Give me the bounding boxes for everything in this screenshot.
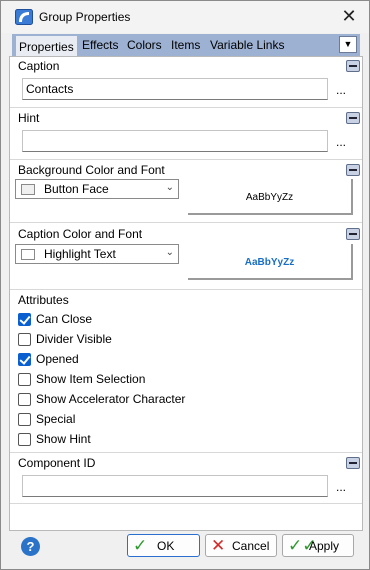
attributes-section-label: Attributes: [18, 293, 69, 307]
ok-button-label: OK: [157, 539, 175, 553]
caption-input[interactable]: Contacts: [22, 78, 328, 100]
checkbox-label: Show Hint: [36, 432, 91, 446]
component-id-collapse-icon[interactable]: [346, 457, 360, 469]
caption-color-select[interactable]: Highlight Text ⌄: [15, 244, 179, 264]
hint-input[interactable]: [22, 130, 328, 152]
caption-font-preview[interactable]: AaBbYyZz: [188, 244, 353, 280]
cancel-button-label: Cancel: [232, 539, 270, 553]
app-icon: [15, 9, 33, 25]
background-font-preview[interactable]: AaBbYyZz: [188, 179, 353, 215]
component-id-input[interactable]: [22, 475, 328, 497]
apply-button[interactable]: ✓✓ Apply: [282, 534, 354, 557]
help-icon[interactable]: ?: [21, 537, 40, 556]
background-color-name: Button Face: [44, 182, 109, 196]
checkbox-label: Opened: [36, 352, 79, 366]
checkbox-unchecked[interactable]: [18, 373, 31, 386]
background-color-select[interactable]: Button Face ⌄: [15, 179, 179, 199]
checkbox-label: Show Accelerator Character: [36, 392, 186, 406]
hint-section-label: Hint: [18, 111, 40, 125]
tab-properties[interactable]: Properties: [15, 35, 78, 57]
checkbox-unchecked[interactable]: [18, 433, 31, 446]
tab-colors[interactable]: Colors: [124, 34, 165, 56]
component-id-ellipsis-button[interactable]: ...: [334, 480, 348, 498]
checkbox-checked[interactable]: [18, 353, 31, 366]
cancel-button[interactable]: ✕ Cancel: [205, 534, 277, 557]
checkbox-label: Can Close: [36, 312, 93, 326]
checkbox-label: Show Item Selection: [36, 372, 146, 386]
title-bar: Group Properties ✕: [1, 1, 369, 33]
tab-items[interactable]: Items: [168, 34, 203, 56]
chevron-down-icon: ⌄: [165, 182, 174, 193]
background-color-swatch: [21, 184, 35, 195]
caption-color-name: Highlight Text: [44, 247, 116, 261]
apply-button-label: Apply: [309, 539, 340, 553]
tab-strip: Properties Effects Colors Items Variable…: [12, 34, 360, 57]
checkmark-icon: ✓: [133, 536, 148, 555]
hint-ellipsis-button[interactable]: ...: [334, 135, 348, 153]
cross-icon: ✕: [211, 536, 226, 555]
ok-button[interactable]: ✓ OK: [127, 534, 200, 557]
tab-overflow-dropdown-icon[interactable]: ▼: [339, 36, 357, 53]
checkbox-unchecked[interactable]: [18, 413, 31, 426]
checkbox-label: Special: [36, 412, 76, 426]
hint-collapse-icon[interactable]: [346, 112, 360, 124]
caption-color-section-label: Caption Color and Font: [18, 227, 143, 241]
checkbox-checked[interactable]: [18, 313, 31, 326]
caption-collapse-icon[interactable]: [346, 60, 360, 72]
divider: [10, 107, 362, 108]
tab-variable-links[interactable]: Variable Links: [207, 34, 287, 56]
tab-effects[interactable]: Effects: [79, 34, 121, 56]
checkbox-label: Divider Visible: [36, 332, 112, 346]
background-collapse-icon[interactable]: [346, 164, 360, 176]
divider: [10, 159, 362, 160]
divider: [10, 289, 362, 290]
caption-ellipsis-button[interactable]: ...: [334, 83, 348, 101]
checkbox-unchecked[interactable]: [18, 393, 31, 406]
group-properties-window: Group Properties ✕ Properties Effects Co…: [0, 0, 370, 570]
caption-color-swatch: [21, 249, 35, 260]
checkbox-unchecked[interactable]: [18, 333, 31, 346]
divider: [10, 222, 362, 223]
caption-color-collapse-icon[interactable]: [346, 228, 360, 240]
properties-panel: Caption Contacts ... Hint ... Background…: [9, 56, 363, 531]
close-icon[interactable]: ✕: [337, 5, 361, 29]
divider: [10, 503, 362, 504]
divider: [10, 452, 362, 453]
component-id-section-label: Component ID: [18, 456, 96, 470]
background-section-label: Background Color and Font: [18, 163, 165, 177]
window-title: Group Properties: [39, 10, 131, 24]
chevron-down-icon: ⌄: [165, 247, 174, 258]
caption-section-label: Caption: [18, 59, 60, 73]
